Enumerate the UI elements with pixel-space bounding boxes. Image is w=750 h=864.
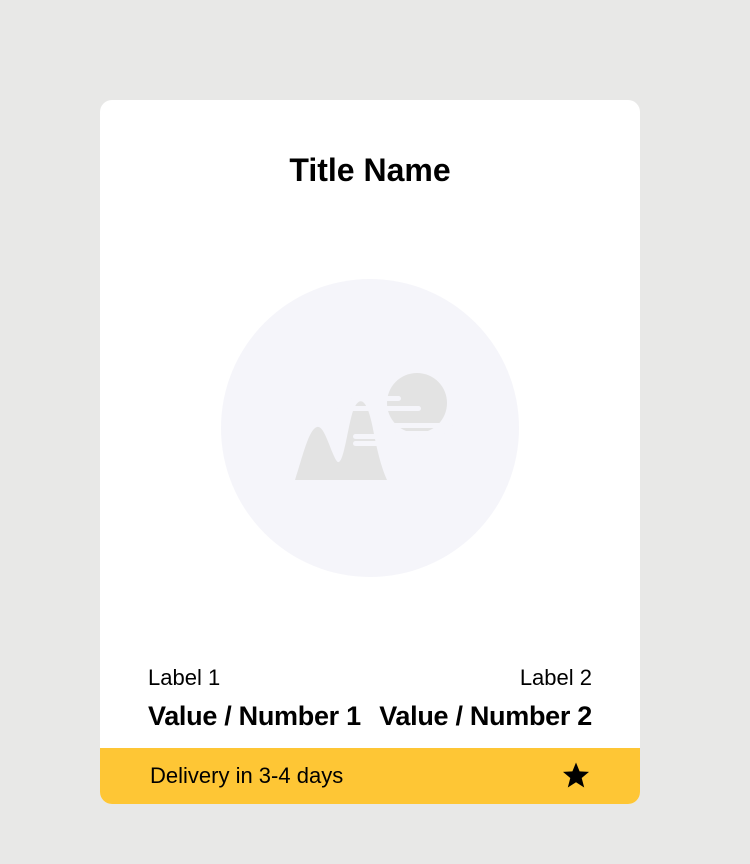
- image-placeholder-icon: [221, 279, 519, 577]
- card-title: Title Name: [289, 152, 451, 188]
- card-footer: Delivery in 3-4 days: [100, 748, 640, 804]
- stat-value-1: Value / Number 1: [148, 701, 361, 731]
- stat-1: Label 1 Value / Number 1: [148, 663, 361, 733]
- delivery-text: Delivery in 3-4 days: [150, 763, 344, 788]
- image-placeholder: [221, 279, 519, 577]
- star-icon[interactable]: [560, 760, 592, 792]
- stat-value-2: Value / Number 2: [379, 701, 592, 731]
- stat-2: Label 2 Value / Number 2: [379, 663, 592, 733]
- product-card[interactable]: Title Name Label 1 Value / Number 1 Labe…: [100, 100, 640, 804]
- stat-label-1: Label 1: [148, 665, 221, 690]
- stat-label-2: Label 2: [519, 665, 592, 690]
- card-stats: Label 1 Value / Number 1 Label 2 Value /…: [148, 663, 592, 739]
